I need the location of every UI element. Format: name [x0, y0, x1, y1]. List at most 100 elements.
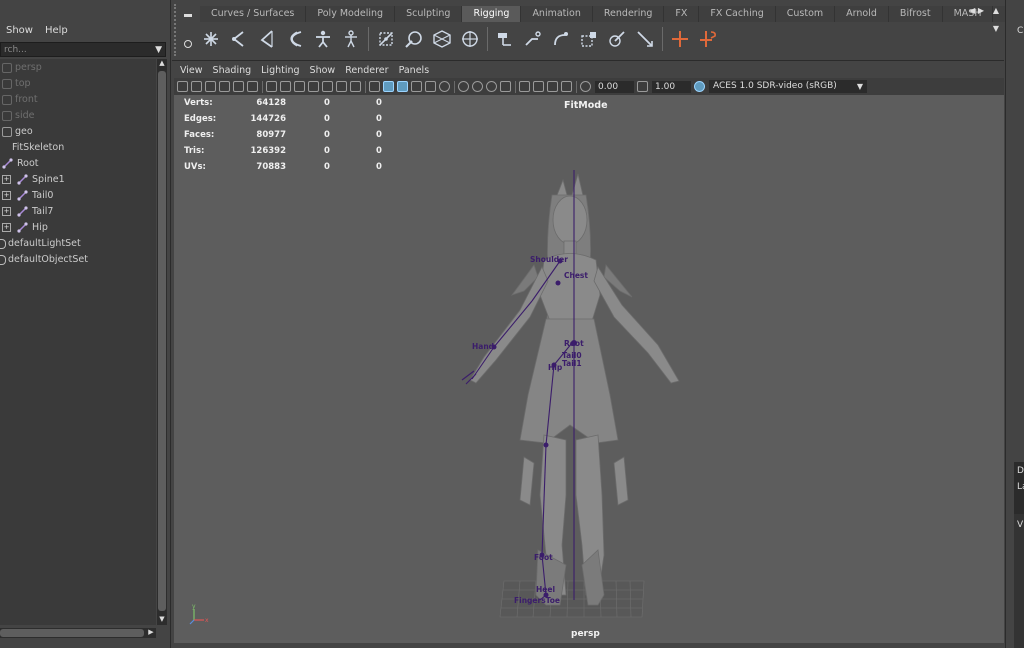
- isolate-select-icon[interactable]: [519, 81, 530, 92]
- field-chart-icon[interactable]: [322, 81, 333, 92]
- outliner-vertical-scrollbar[interactable]: ▲ ▼: [157, 59, 167, 625]
- gate-mask-icon[interactable]: [308, 81, 319, 92]
- outliner-horizontal-scrollbar[interactable]: ▶: [0, 628, 156, 638]
- expand-icon[interactable]: +: [2, 191, 11, 200]
- panel-menu-lighting[interactable]: Lighting: [261, 65, 299, 76]
- film-gate-icon[interactable]: [280, 81, 291, 92]
- cluster-icon[interactable]: [459, 28, 481, 50]
- outliner-item-defaultlightset[interactable]: defaultLightSet: [0, 236, 81, 252]
- tab-fx[interactable]: FX: [664, 6, 700, 22]
- insert-joint-icon[interactable]: [228, 28, 250, 50]
- tab-sculpting[interactable]: Sculpting: [395, 6, 463, 22]
- xray-joints-icon[interactable]: [547, 81, 558, 92]
- tab-rigging[interactable]: Rigging: [462, 6, 522, 22]
- depth-of-field-icon[interactable]: [500, 81, 511, 92]
- motion-blur-icon[interactable]: [472, 81, 483, 92]
- shelf-scroll[interactable]: ▲ ▼: [991, 6, 1001, 56]
- xray-icon[interactable]: [533, 81, 544, 92]
- shadows-icon[interactable]: [439, 81, 450, 92]
- shelf-menu-icon[interactable]: [184, 14, 192, 17]
- outliner-item-tail7[interactable]: + Tail7: [2, 204, 53, 220]
- panel-menu-renderer[interactable]: Renderer: [345, 65, 388, 76]
- bookmark-icon[interactable]: [205, 81, 216, 92]
- exposure-field[interactable]: 0.00: [595, 80, 634, 93]
- camera-attributes-icon[interactable]: [191, 81, 202, 92]
- expand-icon[interactable]: +: [2, 207, 11, 216]
- tab-animation[interactable]: Animation: [521, 6, 593, 22]
- outliner-menu-help[interactable]: Help: [45, 25, 68, 36]
- create-joint-icon[interactable]: [200, 28, 222, 50]
- outliner-item-geo[interactable]: geo: [2, 124, 33, 140]
- tab-arnold[interactable]: Arnold: [835, 6, 889, 22]
- outliner-item-top[interactable]: top: [2, 76, 31, 92]
- scroll-up-icon[interactable]: ▲: [157, 59, 167, 69]
- wireframe-icon[interactable]: [369, 81, 380, 92]
- search-dropdown-icon[interactable]: ▼: [155, 43, 162, 58]
- panel-menu-show[interactable]: Show: [310, 65, 336, 76]
- tab-poly-modeling[interactable]: Poly Modeling: [306, 6, 396, 22]
- use-all-lights-icon[interactable]: [425, 81, 436, 92]
- quick-rig-icon[interactable]: [312, 28, 334, 50]
- tab-fx-caching[interactable]: FX Caching: [699, 6, 776, 22]
- orange-cross-icon[interactable]: [669, 28, 691, 50]
- panel-menu-view[interactable]: View: [180, 65, 203, 76]
- viewport-3d[interactable]: Shoulder Chest Root Tail0 Tail1 Hip Hand…: [174, 95, 1004, 643]
- xray-components-icon[interactable]: [561, 81, 572, 92]
- shelf-drag-handle[interactable]: [174, 4, 178, 56]
- ik-handle-icon[interactable]: [256, 28, 278, 50]
- select-camera-icon[interactable]: [177, 81, 188, 92]
- screen-space-ao-icon[interactable]: [458, 81, 469, 92]
- image-plane-icon[interactable]: [219, 81, 230, 92]
- tab-curves-surfaces[interactable]: Curves / Surfaces: [200, 6, 307, 22]
- outliner-item-side[interactable]: side: [2, 108, 34, 124]
- safe-action-icon[interactable]: [336, 81, 347, 92]
- outliner-item-tail0[interactable]: + Tail0: [2, 188, 53, 204]
- aim-constraint-icon[interactable]: [606, 28, 628, 50]
- gamma-icon[interactable]: [637, 81, 648, 92]
- outliner-item-spine1[interactable]: + Spine1: [2, 172, 65, 188]
- scroll-right-icon[interactable]: ▶: [146, 628, 156, 638]
- outliner-item-front[interactable]: front: [2, 92, 38, 108]
- human-ik-icon[interactable]: [340, 28, 362, 50]
- orange-cross-2-icon[interactable]: [697, 28, 719, 50]
- panel-menu-panels[interactable]: Panels: [399, 65, 430, 76]
- tab-mash[interactable]: MASH: [942, 6, 994, 22]
- safe-title-icon[interactable]: [350, 81, 361, 92]
- orient-constraint-icon[interactable]: [550, 28, 572, 50]
- 2d-pan-zoom-icon[interactable]: [233, 81, 244, 92]
- grease-pencil-icon[interactable]: [247, 81, 258, 92]
- shelf-options-icon[interactable]: [184, 40, 192, 48]
- expand-icon[interactable]: +: [2, 223, 11, 232]
- outliner-search-field[interactable]: rch... ▼: [0, 42, 166, 57]
- tab-custom[interactable]: Custom: [775, 6, 836, 22]
- smooth-shade-icon[interactable]: [383, 81, 394, 92]
- point-constraint-icon[interactable]: [522, 28, 544, 50]
- color-space-select[interactable]: ACES 1.0 SDR-video (sRGB) ▼: [709, 80, 867, 93]
- scroll-down-icon[interactable]: ▼: [157, 615, 167, 625]
- scale-constraint-icon[interactable]: [578, 28, 600, 50]
- outliner-menu-show[interactable]: Show: [6, 25, 33, 36]
- resolution-gate-icon[interactable]: [294, 81, 305, 92]
- grid-icon[interactable]: [266, 81, 277, 92]
- wireframe-on-shaded-icon[interactable]: [397, 81, 408, 92]
- shelf-tab-scroll[interactable]: ◀ ▶: [969, 6, 984, 15]
- parent-constraint-icon[interactable]: [494, 28, 516, 50]
- ik-spline-icon[interactable]: [284, 28, 306, 50]
- panel-menu-shading[interactable]: Shading: [213, 65, 252, 76]
- paint-weights-icon[interactable]: [403, 28, 425, 50]
- outliner-item-defaultobjectset[interactable]: defaultObjectSet: [0, 252, 88, 268]
- outliner-item-hip[interactable]: + Hip: [2, 220, 48, 236]
- scroll-thumb[interactable]: [158, 71, 166, 611]
- outliner-item-root[interactable]: Root: [2, 156, 39, 172]
- tab-bifrost[interactable]: Bifrost: [888, 6, 943, 22]
- multisample-aa-icon[interactable]: [486, 81, 497, 92]
- outliner-item-fitskeleton[interactable]: FitSkeleton: [2, 140, 64, 156]
- tab-rendering[interactable]: Rendering: [592, 6, 665, 22]
- color-management-icon[interactable]: [694, 81, 705, 92]
- exposure-icon[interactable]: [580, 81, 591, 92]
- expand-icon[interactable]: +: [2, 175, 11, 184]
- smooth-bind-icon[interactable]: [431, 28, 453, 50]
- gamma-field[interactable]: 1.00: [652, 80, 691, 93]
- pole-constraint-icon[interactable]: [634, 28, 656, 50]
- outliner-item-persp[interactable]: persp: [2, 60, 42, 76]
